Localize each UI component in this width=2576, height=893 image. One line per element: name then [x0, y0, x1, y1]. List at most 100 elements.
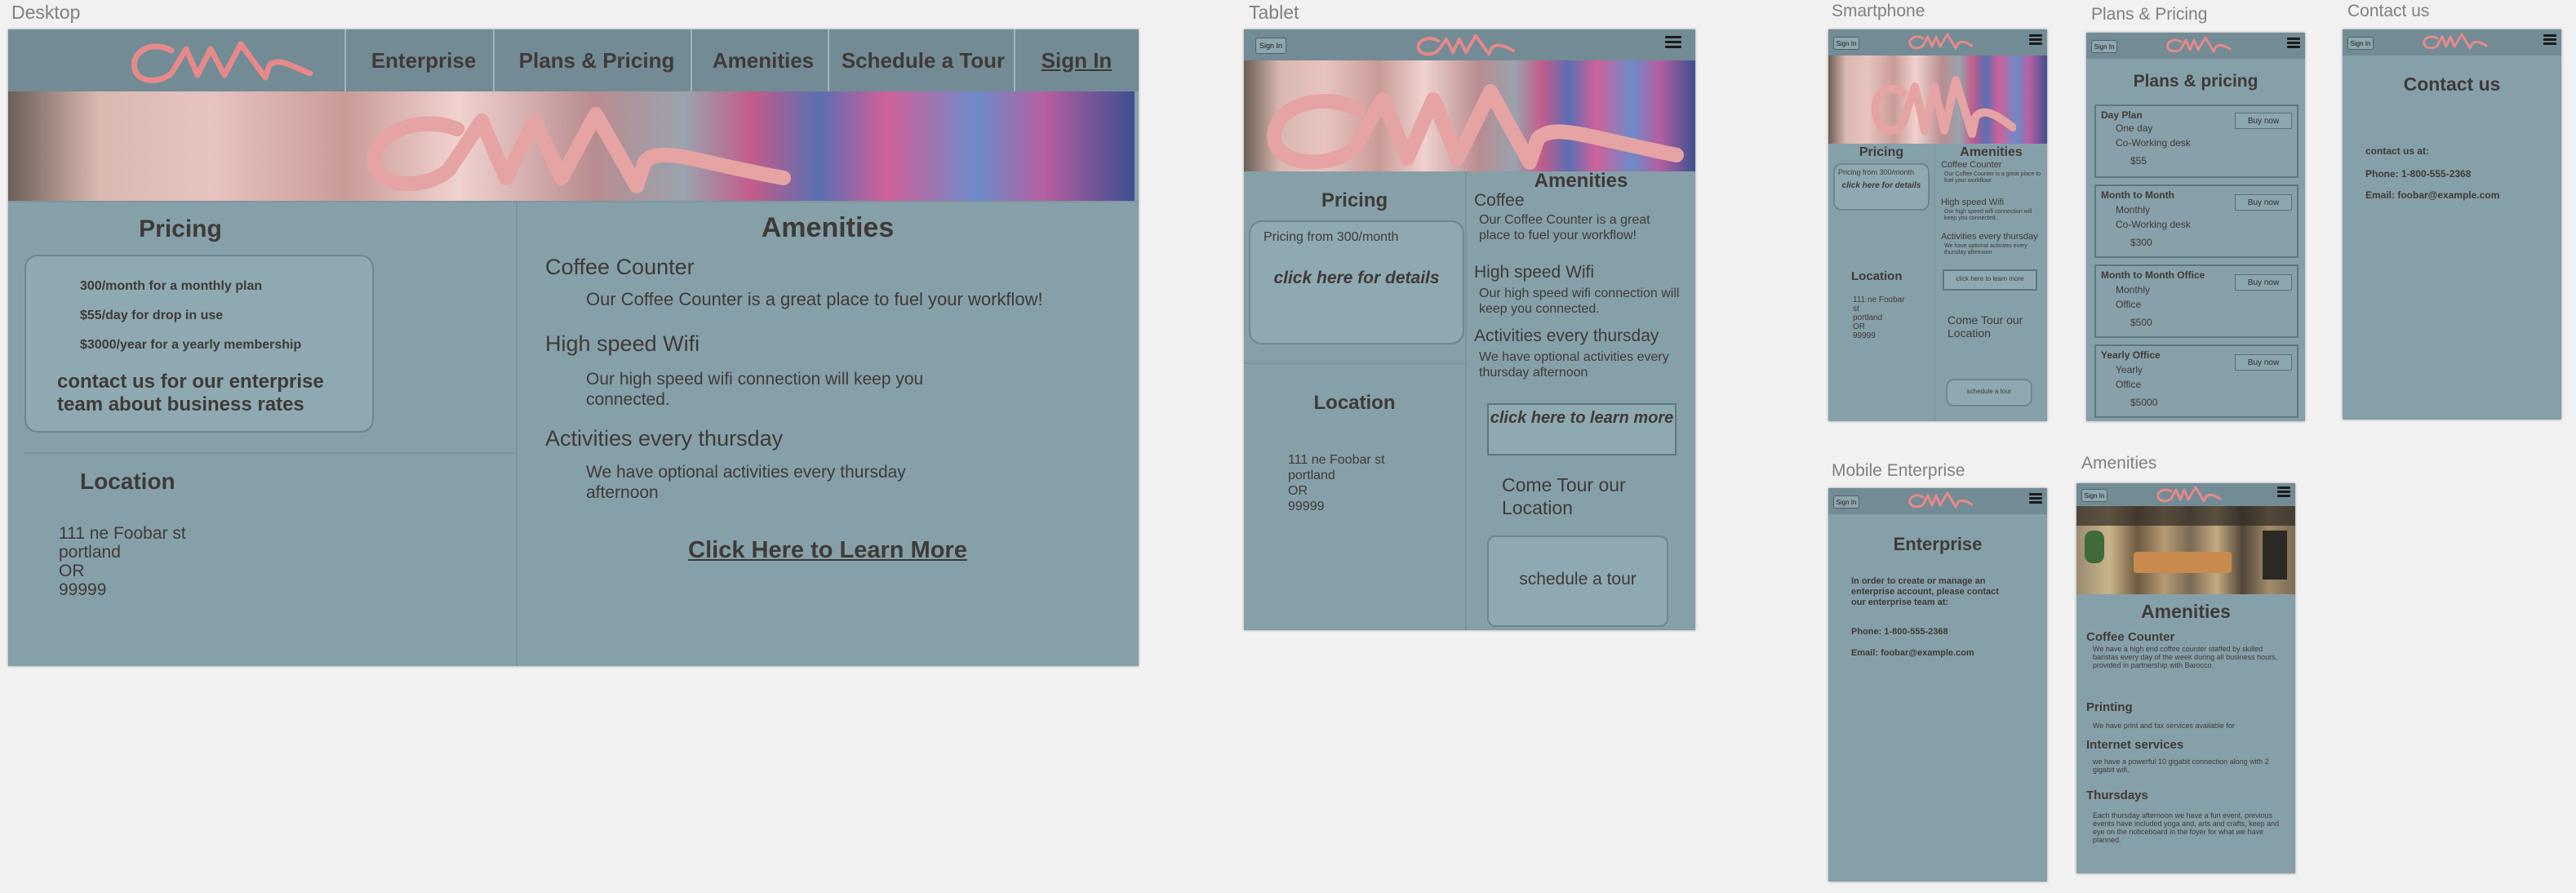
- nav-amenities[interactable]: Amenities: [694, 29, 833, 91]
- contact-email: Email: foobar@example.com: [2365, 189, 2500, 201]
- logo-icon[interactable]: [2153, 484, 2223, 505]
- nav-plans-pricing[interactable]: Plans & Pricing: [495, 29, 699, 91]
- amenity-section-title: Coffee Counter: [2086, 630, 2175, 644]
- hamburger-menu-icon[interactable]: [2029, 34, 2042, 45]
- amenity-section-text: Each thursday afternoon we have a fun ev…: [2093, 811, 2280, 844]
- enterprise-email: Email: foobar@example.com: [1851, 648, 1974, 658]
- tablet-location-title: Location: [1313, 392, 1396, 414]
- plan-line: One day: [2116, 122, 2153, 134]
- pricing-item-dropin: $55/day for drop in use: [80, 309, 224, 322]
- desktop-amenities-title: Amenities: [761, 212, 895, 243]
- tablet-amenity-text-wifi: Our high speed wifi connection will keep…: [1479, 287, 1680, 316]
- buy-now-button[interactable]: Buy now: [2235, 274, 2292, 291]
- hamburger-menu-icon[interactable]: [1665, 36, 1681, 48]
- tablet-hero-image: [1244, 60, 1695, 171]
- tablet-amenity-text-coffee: Our Coffee Counter is a great place to f…: [1479, 213, 1650, 242]
- desktop-navbar: Enterprise Plans & Pricing Amenities Sch…: [8, 29, 1139, 91]
- amenity-section-text: we have a powerful 10 gigabit connection…: [2093, 757, 2269, 774]
- tablet-sign-in-button[interactable]: Sign In: [1255, 38, 1286, 54]
- amenities-sign-in-button[interactable]: Sign In: [2081, 489, 2107, 502]
- smartphone-location-address: 111 ne Foobar st portland OR 99999: [1853, 295, 1905, 340]
- plans-sign-in-button[interactable]: Sign In: [2091, 40, 2117, 53]
- pricing-enterprise-contact: contact us for our enterprise team about…: [57, 371, 324, 415]
- artboard-label-tablet: Tablet: [1249, 2, 1299, 23]
- logo-icon[interactable]: [1905, 31, 1975, 52]
- smartphone-schedule-tour-button[interactable]: schedule a tour: [1946, 379, 2032, 407]
- tablet-pricing-box[interactable]: Pricing from 300/month click here for de…: [1249, 220, 1464, 344]
- contact-phone: Phone: 1-800-555-2368: [2365, 168, 2472, 180]
- plan-name: Month to Month: [2101, 189, 2174, 201]
- desktop-hero-image: [8, 91, 1135, 201]
- plan-price: $5000: [2130, 397, 2158, 408]
- desktop-pricing-title: Pricing: [139, 215, 222, 242]
- tablet-amenity-title-wifi: High speed Wifi: [1474, 263, 1595, 282]
- hamburger-menu-icon[interactable]: [2287, 38, 2300, 48]
- hamburger-menu-icon[interactable]: [2277, 486, 2290, 497]
- amenity-title-wifi: High speed Wifi: [545, 331, 700, 356]
- logo-icon[interactable]: [2419, 31, 2489, 52]
- logo-icon[interactable]: [1905, 490, 1975, 511]
- contact-title: Contact us: [2403, 73, 2501, 95]
- plan-card-day: Day Plan One day Co-Working desk $55 Buy…: [2094, 104, 2298, 178]
- tablet-pricing-cta[interactable]: click here for details: [1267, 268, 1446, 288]
- smartphone-pricing-title: Pricing: [1859, 145, 1904, 159]
- column-divider: [516, 202, 517, 666]
- pricing-item-monthly: 300/month for a monthly plan: [80, 279, 263, 293]
- smartphone-artboard: Sign In Pricing Pricing from 300/month c…: [1828, 29, 2047, 421]
- tablet-schedule-tour-button[interactable]: schedule a tour: [1487, 535, 1668, 627]
- plan-price: $300: [2130, 237, 2152, 248]
- hamburger-menu-icon[interactable]: [2029, 493, 2042, 504]
- column-divider: [1934, 144, 1935, 421]
- amenity-text-coffee: Our Coffee Counter is a great place to f…: [586, 289, 1043, 309]
- amenity-section-title: Internet services: [2086, 738, 2184, 752]
- plans-navbar: Sign In: [2086, 33, 2305, 59]
- plan-card-yearly-office: Yearly Office Yearly Office $5000 Buy no…: [2094, 344, 2298, 418]
- desktop-location-title: Location: [80, 469, 175, 494]
- hero-divider: [8, 201, 1139, 202]
- artboard-label-contact: Contact us: [2347, 2, 2430, 20]
- smartphone-pricing-text: Pricing from 300/month: [1838, 168, 1915, 176]
- buy-now-button[interactable]: Buy now: [2235, 354, 2292, 371]
- amenity-title-coffee: Coffee Counter: [545, 255, 695, 279]
- enterprise-sign-in-button[interactable]: Sign In: [1833, 495, 1859, 509]
- plan-name: Month to Month Office: [2101, 269, 2205, 281]
- hamburger-menu-icon[interactable]: [2543, 34, 2556, 45]
- logo-icon[interactable]: [1412, 31, 1518, 59]
- smartphone-schedule-tour-label: schedule a tour: [1966, 388, 2012, 395]
- smartphone-pricing-box[interactable]: Pricing from 300/month click here for de…: [1833, 163, 1930, 211]
- amenities-navbar: Sign In: [2076, 483, 2295, 506]
- tablet-amenity-title-activities: Activities every thursday: [1474, 327, 1659, 345]
- enterprise-artboard: Sign In Enterprise In order to create or…: [1828, 488, 2047, 882]
- plan-line: Yearly: [2116, 364, 2143, 375]
- smartphone-learn-more-label: click here to learn more: [1956, 275, 2024, 282]
- contact-sign-in-button[interactable]: Sign In: [2347, 37, 2374, 50]
- section-divider: [1244, 362, 1465, 364]
- tablet-navbar: Sign In: [1244, 29, 1695, 60]
- plan-price: $55: [2130, 155, 2147, 167]
- logo-icon[interactable]: [2163, 34, 2233, 56]
- logo-icon[interactable]: [122, 33, 318, 91]
- pricing-item-yearly: $3000/year for a yearly membership: [80, 338, 302, 352]
- desktop-pricing-box[interactable]: 300/month for a monthly plan $55/day for…: [24, 255, 374, 433]
- nav-divider: [691, 29, 692, 91]
- smartphone-learn-more-button[interactable]: click here to learn more: [1943, 269, 2037, 291]
- nav-sign-in[interactable]: Sign In: [1015, 29, 1138, 91]
- smartphone-amenity-title-activities: Activities every thursday: [1941, 232, 2038, 242]
- smartphone-location-title: Location: [1851, 269, 1903, 283]
- smartphone-amenity-text-coffee: Our Coffee Counter is a great place to f…: [1944, 171, 2041, 184]
- section-divider: [24, 452, 514, 454]
- tablet-learn-more-label: click here to learn more: [1490, 409, 1674, 427]
- nav-schedule-tour[interactable]: Schedule a Tour: [829, 29, 1017, 91]
- nav-enterprise[interactable]: Enterprise: [346, 29, 501, 91]
- enterprise-text: In order to create or manage an enterpri…: [1851, 576, 1999, 607]
- tablet-artboard: Sign In Pricing Pricing from 300/month c…: [1244, 29, 1695, 630]
- hero-logo-icon: [1871, 76, 2016, 138]
- smartphone-pricing-cta[interactable]: click here for details: [1841, 181, 1921, 190]
- buy-now-button[interactable]: Buy now: [2235, 194, 2292, 211]
- smartphone-sign-in-button[interactable]: Sign In: [1833, 37, 1859, 50]
- tablet-learn-more-button[interactable]: click here to learn more: [1487, 403, 1677, 455]
- buy-now-button[interactable]: Buy now: [2235, 113, 2292, 129]
- learn-more-link[interactable]: Click Here to Learn More: [517, 537, 1138, 564]
- desktop-location-address: 111 ne Foobar st portland OR 99999: [59, 524, 186, 599]
- artboard-label-plans: Plans & Pricing: [2091, 5, 2208, 24]
